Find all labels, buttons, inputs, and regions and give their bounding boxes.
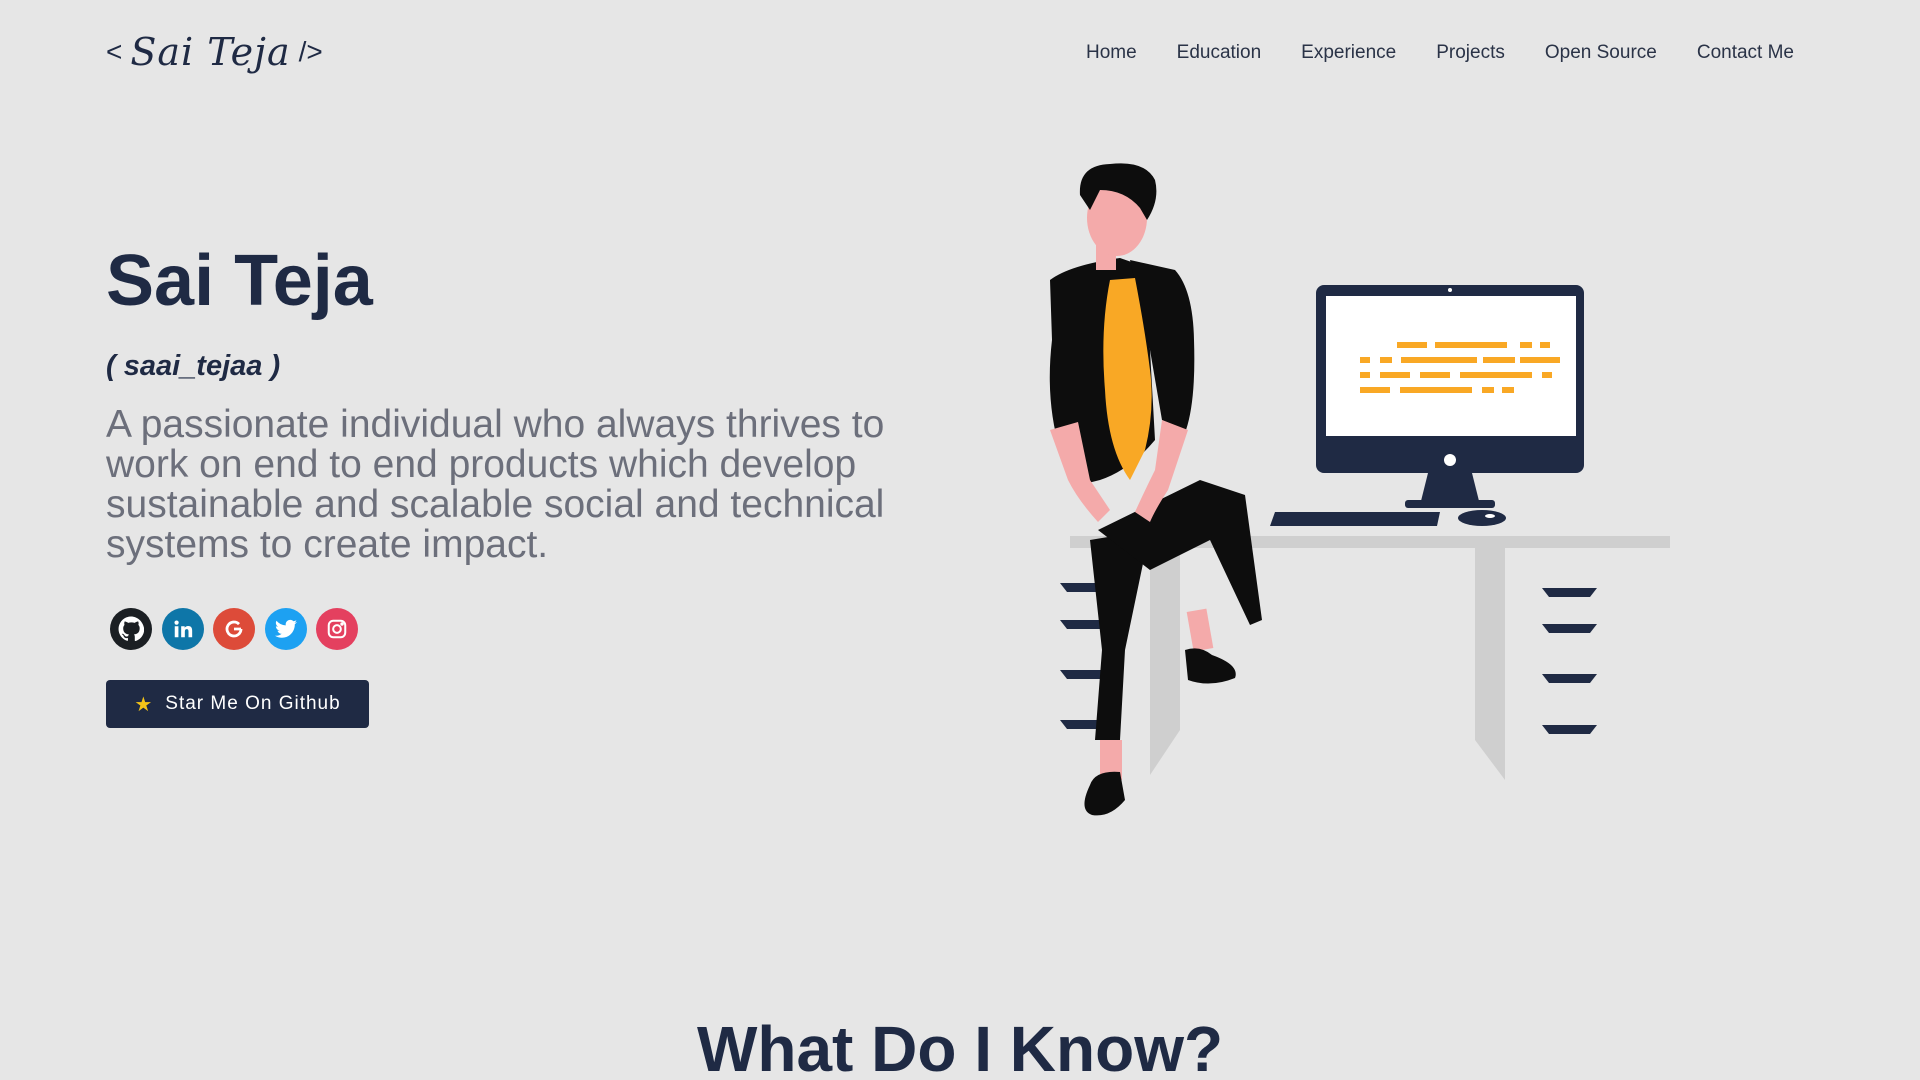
desk-leg-left bbox=[1150, 548, 1180, 775]
hero-tagline: A passionate individual who always thriv… bbox=[106, 403, 885, 566]
logo-signature: Sai Teja bbox=[130, 30, 291, 74]
nav-link-projects[interactable]: Projects bbox=[1436, 42, 1505, 64]
instagram-icon[interactable] bbox=[316, 608, 358, 650]
nav-link-experience[interactable]: Experience bbox=[1301, 42, 1396, 64]
developer-desk-illustration bbox=[1049, 163, 1670, 816]
section-title-what-do-i-know: What Do I Know? bbox=[696, 1013, 1224, 1080]
logo-open-bracket: < bbox=[106, 36, 123, 67]
star-on-github-label: Star Me On Github bbox=[165, 693, 341, 714]
nav-link-education[interactable]: Education bbox=[1177, 42, 1262, 64]
logo-close-bracket: /> bbox=[298, 36, 323, 67]
hero-name: Sai Teja bbox=[106, 241, 373, 321]
desk-leg-right bbox=[1475, 548, 1505, 780]
nav-link-contact-me[interactable]: Contact Me bbox=[1697, 42, 1794, 64]
hero-handle: ( saai_tejaa ) bbox=[106, 350, 281, 382]
page: < Sai Teja /> Home Education Experience … bbox=[0, 0, 1920, 1080]
twitter-icon[interactable] bbox=[264, 608, 307, 650]
google-icon[interactable] bbox=[213, 608, 255, 650]
mouse bbox=[1458, 510, 1506, 526]
main-nav: Home Education Experience Projects Open … bbox=[1046, 42, 1794, 64]
logo[interactable]: < Sai Teja /> bbox=[106, 30, 323, 74]
star-icon: ★ bbox=[134, 693, 154, 716]
nav-link-home[interactable]: Home bbox=[1086, 42, 1137, 64]
star-on-github-button[interactable]: ★ Star Me On Github bbox=[106, 680, 369, 728]
keyboard bbox=[1270, 512, 1440, 526]
github-icon[interactable] bbox=[110, 608, 152, 650]
monitor bbox=[1316, 285, 1584, 508]
nav-link-open-source[interactable]: Open Source bbox=[1545, 42, 1657, 64]
social-links bbox=[110, 608, 368, 650]
drawer-handles-right bbox=[1542, 588, 1597, 734]
linkedin-icon[interactable] bbox=[161, 608, 204, 650]
